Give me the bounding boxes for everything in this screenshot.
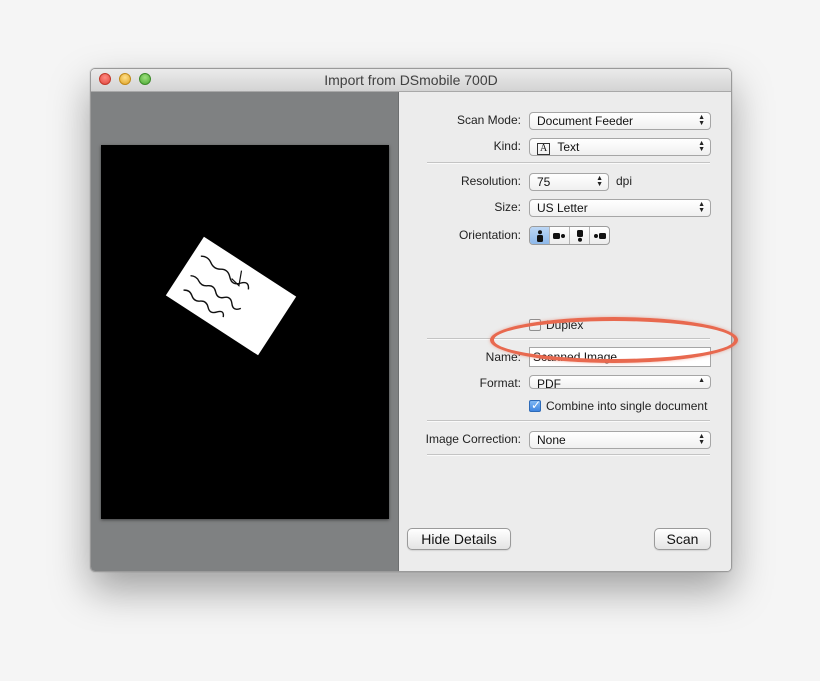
text-kind-icon: A <box>537 143 551 155</box>
combine-single-document-label: Combine into single document <box>546 399 708 413</box>
title-bar[interactable]: Import from DSmobile 700D <box>91 69 731 92</box>
format-label: Format: <box>479 376 521 390</box>
person-inverted-icon <box>576 229 583 242</box>
size-label: Size: <box>494 200 521 214</box>
orientation-segmented-control <box>529 226 610 245</box>
orientation-rotate-left-button[interactable] <box>550 227 570 244</box>
format-value: PDF <box>537 377 561 389</box>
stepper-arrows-icon[interactable]: ▲ ▼ <box>596 175 603 188</box>
hide-details-button[interactable]: Hide Details <box>407 528 511 550</box>
preview-pane <box>91 92 399 571</box>
document-name-input[interactable]: Scanned Image <box>529 347 711 367</box>
scan-preview-area[interactable] <box>101 145 389 519</box>
scan-mode-select[interactable]: Document Feeder ▲ ▼ <box>529 112 711 130</box>
image-correction-value: None <box>537 433 566 447</box>
updown-arrows-icon: ▲ <box>698 377 705 384</box>
combine-single-document-checkbox[interactable]: ✓ <box>529 398 542 412</box>
orientation-label: Orientation: <box>458 228 521 242</box>
resolution-value: 75 <box>537 175 551 189</box>
window-title: Import from DSmobile 700D <box>324 72 498 88</box>
orientation-rotate-right-button[interactable] <box>590 227 609 244</box>
scanner-import-window: Import from DSmobile 700D Scan Mode: Doc… <box>90 68 732 572</box>
section-divider <box>427 420 710 422</box>
orientation-portrait-button[interactable] <box>530 227 550 244</box>
resolution-label: Resolution: <box>460 174 521 188</box>
size-select[interactable]: US Letter ▲ ▼ <box>529 199 711 217</box>
updown-arrows-icon: ▲ ▼ <box>698 114 705 127</box>
duplex-checkbox[interactable] <box>529 319 541 331</box>
updown-arrows-icon: ▲ ▼ <box>698 433 705 446</box>
image-correction-select[interactable]: None ▲ ▼ <box>529 431 711 449</box>
resolution-unit: dpi <box>616 174 633 188</box>
section-divider <box>427 162 710 164</box>
kind-value: Text <box>557 140 580 154</box>
document-name-value: Scanned Image <box>533 350 618 364</box>
checkmark-icon: ✓ <box>531 398 542 412</box>
person-upright-icon <box>536 229 543 242</box>
person-right-icon <box>594 232 606 239</box>
person-left-icon <box>553 232 565 239</box>
name-label: Name: <box>485 350 521 364</box>
scanned-document-thumbnail[interactable] <box>165 236 297 356</box>
section-divider <box>427 454 710 456</box>
scan-mode-label: Scan Mode: <box>456 113 521 127</box>
duplex-label: Duplex <box>546 318 584 332</box>
handwriting-scribble-icon <box>183 255 250 318</box>
kind-select[interactable]: A Text ▲ ▼ <box>529 138 711 156</box>
image-correction-label: Image Correction: <box>425 432 521 446</box>
updown-arrows-icon: ▲ ▼ <box>698 201 705 214</box>
size-value: US Letter <box>537 201 588 215</box>
kind-label: Kind: <box>493 139 521 153</box>
updown-arrows-icon: ▲ ▼ <box>698 140 705 153</box>
resolution-stepper[interactable]: 75 ▲ ▼ <box>529 173 609 191</box>
orientation-upside-down-button[interactable] <box>570 227 590 244</box>
section-divider <box>427 338 710 340</box>
settings-pane: Scan Mode: Document Feeder ▲ ▼ Kind: A Te… <box>399 92 731 571</box>
scan-button[interactable]: Scan <box>654 528 711 550</box>
scan-mode-value: Document Feeder <box>537 114 634 128</box>
format-select[interactable]: PDF ▲ <box>529 375 711 389</box>
